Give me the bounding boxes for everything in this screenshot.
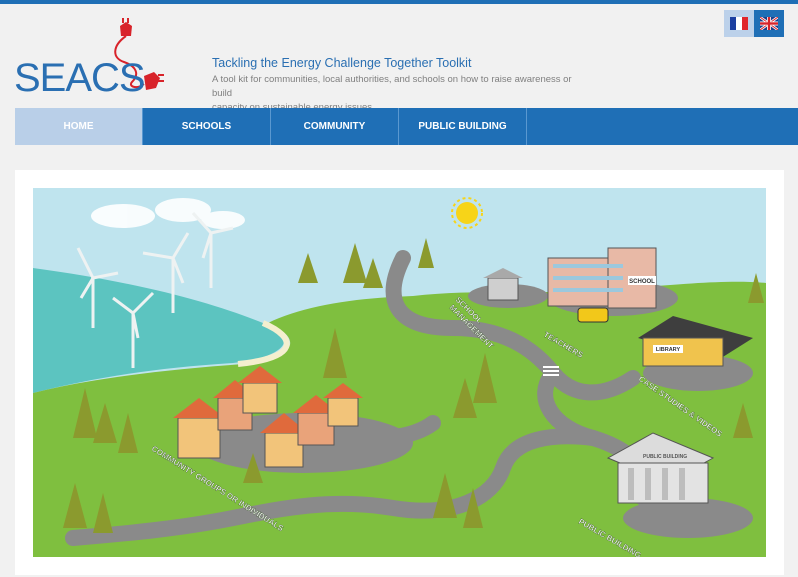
content-panel: SCHOOL LIBRARY PUBLIC BUILDING SCHOOL MA… — [15, 170, 784, 575]
nav-item-schools[interactable]: SCHOOLS — [143, 108, 271, 145]
school-sign: SCHOOL — [629, 279, 655, 285]
nav-item-home[interactable]: HOME — [15, 108, 143, 145]
site-tagline: Tackling the Energy Challenge Together T… — [212, 56, 592, 115]
logo-text: SEACS — [14, 56, 146, 100]
uk-flag-icon — [760, 17, 778, 30]
main-navigation: HOME SCHOOLS COMMUNITY PUBLIC BUILDING — [15, 108, 798, 145]
nav-item-public-building[interactable]: PUBLIC BUILDING — [399, 108, 527, 145]
subtitle-line-1: A tool kit for communities, local author… — [212, 74, 572, 99]
seacs-logo[interactable]: SEACS — [12, 18, 177, 103]
library-sign: LIBRARY — [656, 347, 681, 353]
site-header: SEACS Tackling the Energy Challenge Toge… — [0, 4, 798, 113]
public-building-pad — [623, 498, 753, 538]
language-french[interactable] — [724, 10, 754, 37]
illustrated-map: SCHOOL LIBRARY PUBLIC BUILDING SCHOOL MA… — [33, 188, 766, 557]
crosswalk — [543, 366, 559, 376]
school-bus — [577, 307, 609, 323]
french-flag-icon — [730, 17, 748, 30]
site-title: Tackling the Energy Challenge Together T… — [212, 56, 472, 70]
language-english[interactable] — [754, 10, 784, 37]
public-building-sign: PUBLIC BUILDING — [643, 454, 687, 460]
nav-item-community[interactable]: COMMUNITY — [271, 108, 399, 145]
